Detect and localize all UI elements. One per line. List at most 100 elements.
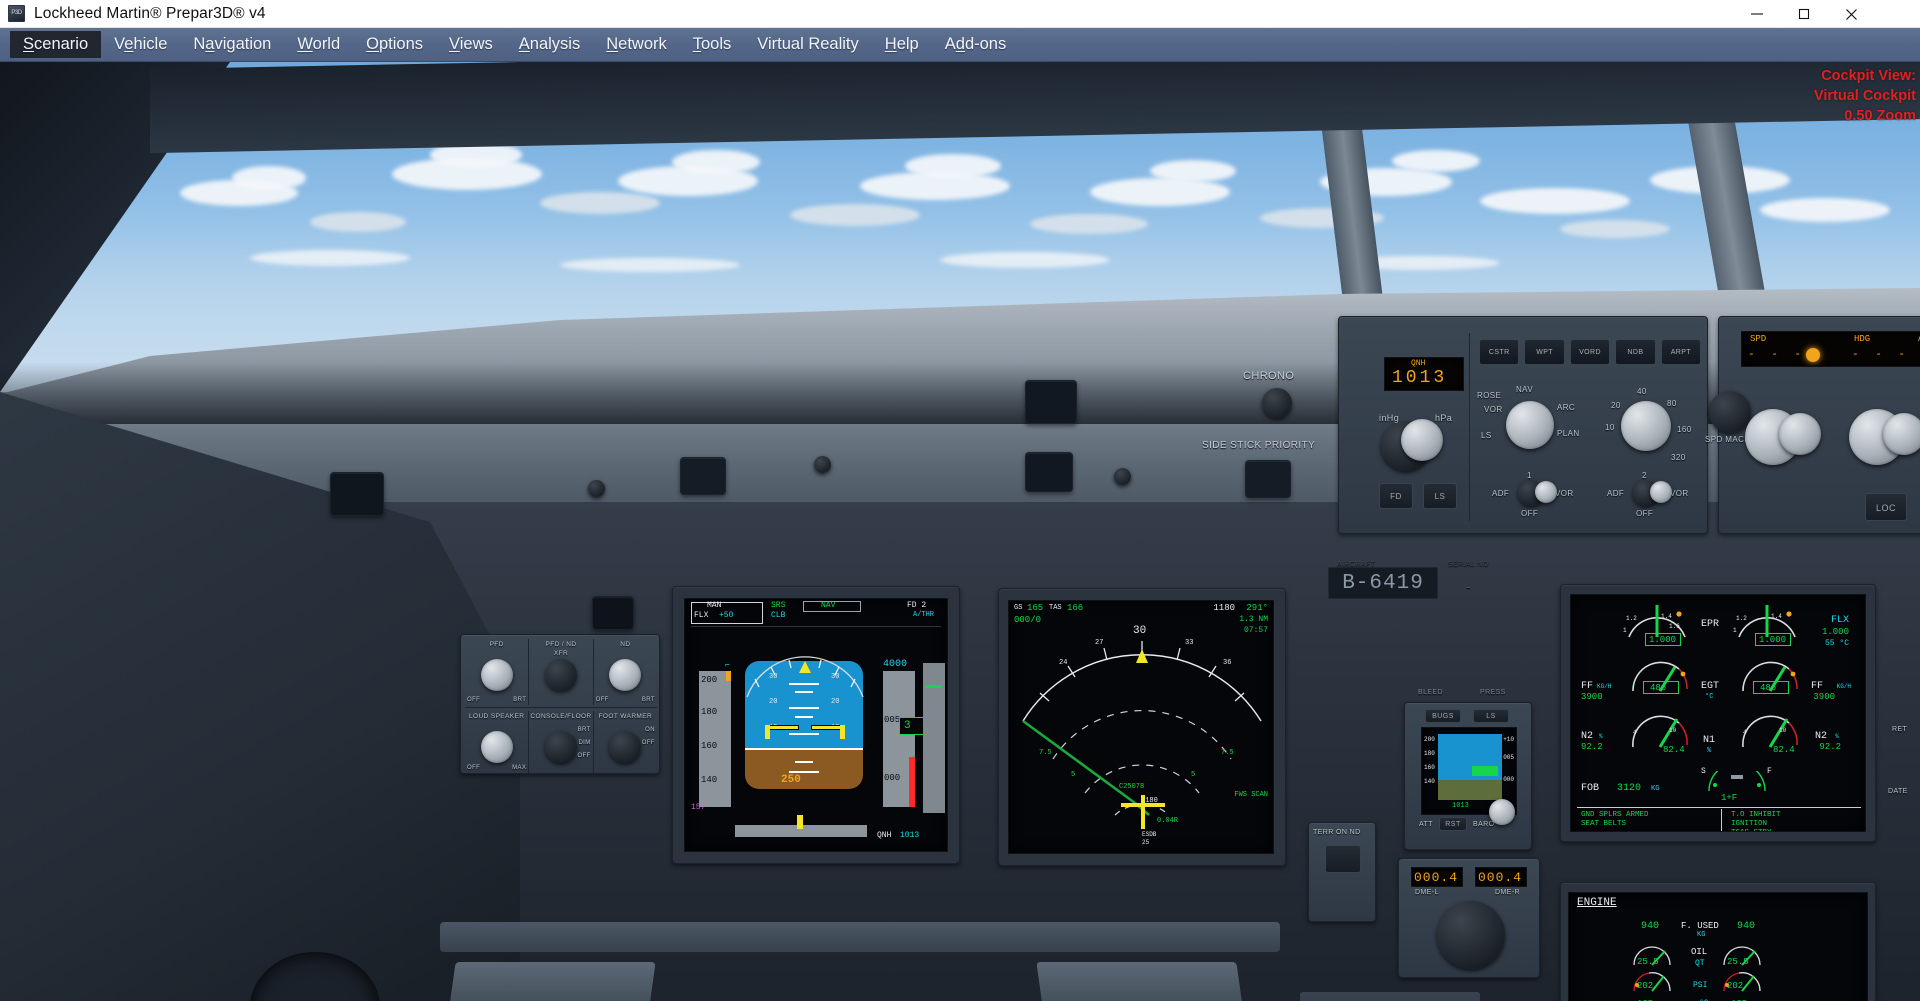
- lighting-knob[interactable]: [609, 731, 642, 763]
- pfd-heading-value: 250: [781, 774, 801, 786]
- fcu-heading-knob-inner[interactable]: [1883, 413, 1920, 455]
- pfd-selected-altitude: 4000: [883, 659, 908, 670]
- baro-knob[interactable]: [1401, 419, 1443, 461]
- efis-mode-plan-label: PLAN: [1557, 429, 1580, 438]
- sd-fused-right: 940: [1737, 921, 1756, 932]
- simulator-viewport[interactable]: Cockpit View: Virtual Cockpit 0.50 Zoom …: [0, 62, 1920, 1001]
- adf-vor-1-switch-lever[interactable]: [1535, 481, 1557, 503]
- menu-item-network[interactable]: Network: [593, 31, 680, 58]
- ret-label: RET: [1892, 726, 1908, 733]
- efis-option-cstr-button[interactable]: CSTR: [1479, 339, 1520, 365]
- adf-vor-2-switch-lever[interactable]: [1650, 481, 1672, 503]
- lighting-knob[interactable]: [480, 659, 513, 691]
- terr-on-nd-button[interactable]: [1325, 845, 1361, 873]
- ewd-memo-line: SEAT BELTS: [1581, 820, 1627, 828]
- lighting-cell-pfd-nd[interactable]: PFD / ND XFR: [529, 639, 594, 705]
- efis-divider: [1469, 333, 1470, 521]
- lighting-row-controls[interactable]: LOUD SPEAKER OFF MAX CONSOLE/FLOOR BRT DIM OFF…: [465, 711, 657, 773]
- ewd-flx-label: FLX: [1830, 615, 1849, 626]
- minimize-button[interactable]: [1734, 0, 1780, 28]
- isis-ls-button[interactable]: LS: [1473, 709, 1509, 723]
- lighting-cell-nd[interactable]: ND OFF BRT: [594, 639, 657, 705]
- menu-item-virtual-reality[interactable]: Virtual Reality: [744, 31, 872, 58]
- glareshield-vent-3: [680, 457, 726, 495]
- maximize-button[interactable]: [1781, 0, 1827, 28]
- ewd-epr-tick-1-right: 1: [1733, 627, 1737, 634]
- nd-display[interactable]: GS 165 TAS 166 000/0 1180 291° 1.3 NM 07…: [1008, 600, 1274, 854]
- pfd-display[interactable]: MAN FLX +50 SRS CLB NAV FD 2 A/THR 30 30…: [684, 598, 948, 852]
- isis-spd-140: 140: [1424, 778, 1435, 785]
- main-menubar[interactable]: Scenario Vehicle Navigation World Options Vie…: [0, 28, 1920, 62]
- lighting-cell-console-floor[interactable]: CONSOLE/FLOOR BRT DIM OFF: [529, 711, 594, 773]
- ls-button[interactable]: LS: [1423, 483, 1457, 509]
- efis-mode-selector-knob[interactable]: [1506, 401, 1554, 449]
- menu-item-views[interactable]: Views: [436, 31, 506, 58]
- ewd-memo-line: GND SPLRS ARMED: [1581, 811, 1649, 819]
- efis-range-10-label: 10: [1605, 423, 1615, 432]
- menu-item-navigation[interactable]: Navigation: [180, 31, 284, 58]
- menu-item-world[interactable]: World: [284, 31, 353, 58]
- menu-item-add-ons[interactable]: Add-ons: [932, 31, 1019, 58]
- terr-on-nd-panel[interactable]: TERR ON ND: [1308, 822, 1376, 922]
- ewd-memo-right: T.O INHIBITIGNITIONTCAS STBY: [1731, 811, 1781, 831]
- lighting-knob[interactable]: [544, 731, 577, 763]
- adf-vor-1-off-label: OFF: [1521, 509, 1539, 518]
- fcu-spd-mach-label: SPD MACH: [1705, 435, 1751, 444]
- efis-option-arpt-button[interactable]: ARPT: [1660, 339, 1702, 365]
- ewd-n1-tick-10-right: 10: [1779, 727, 1787, 734]
- menu-item-scenario[interactable]: Scenario: [10, 31, 102, 58]
- sd-display[interactable]: ENGINE F. USED KG 940 940 OIL QT 25.5 25…: [1568, 892, 1868, 1001]
- lighting-cell-foot-warmer[interactable]: FOOT WARMER ON OFF: [594, 711, 657, 773]
- efis-option-vord-button[interactable]: VORD: [1569, 339, 1611, 365]
- menu-item-tools[interactable]: Tools: [680, 31, 745, 58]
- ewd-n2-value-right: 92.2: [1819, 742, 1841, 752]
- efis-option-ndb-button[interactable]: NDB: [1615, 339, 1656, 365]
- dme-right-label: DME-R: [1495, 889, 1520, 896]
- close-button[interactable]: [1828, 0, 1874, 28]
- isis-bugs-button[interactable]: BUGS: [1425, 709, 1461, 723]
- ewd-n1-value-left: 82.4: [1663, 745, 1685, 755]
- mcdu-area[interactable]: [1300, 992, 1480, 1001]
- isis-baro-knob[interactable]: [1489, 799, 1515, 825]
- ewd-ff-label-right: FF: [1810, 681, 1823, 692]
- fd-button[interactable]: FD: [1379, 483, 1413, 509]
- efis-mode-nav-label: NAV: [1516, 385, 1534, 394]
- lighting-panel[interactable]: PFD OFF BRT PFD / ND XFR ND OFF BRT LOUD SPEAKE…: [460, 634, 660, 774]
- ewd-display[interactable]: EPR 1.2 1.4 1.6 1 1.000 1.2 1.4 1 1.000 …: [1570, 594, 1866, 832]
- lighting-knob[interactable]: [480, 731, 513, 763]
- lighting-knob[interactable]: [544, 659, 577, 691]
- fcu-spd-mach-button[interactable]: [1709, 391, 1751, 433]
- efis-option-wpt-button[interactable]: WPT: [1524, 339, 1565, 365]
- efis-mode-vor-label: VOR: [1484, 405, 1503, 414]
- efis-range-selector-knob[interactable]: [1621, 401, 1671, 451]
- pfd-spd-tick-140: 140: [701, 775, 718, 785]
- pfd-baro-label: QNH: [877, 831, 892, 840]
- lighting-cell-loud-speaker[interactable]: LOUD SPEAKER OFF MAX: [465, 711, 530, 773]
- fcu-loc-button[interactable]: LOC: [1865, 493, 1907, 521]
- window-titlebar: P3D Lockheed Martin® Prepar3D® v4: [0, 0, 1920, 28]
- menu-item-analysis[interactable]: Analysis: [506, 31, 593, 58]
- efis-option-buttons[interactable]: CSTR WPT VORD NDB ARPT: [1479, 339, 1702, 365]
- aircraft-registration-plate: B-6419: [1328, 567, 1438, 599]
- ewd-memo-line: TCAS STBY: [1731, 829, 1781, 831]
- ewd-fob-value: 3120: [1617, 783, 1642, 794]
- isis-rst-button[interactable]: RST: [1439, 817, 1467, 831]
- pfd-alt-tick-000: 000: [884, 773, 901, 783]
- ewd-n2-unit-left: %: [1599, 733, 1603, 740]
- throttle-quadrant-left[interactable]: [448, 962, 656, 1001]
- fcu-panel[interactable]: SPD - - - HDG - - - ALT SPD MACH LOC: [1705, 316, 1920, 534]
- menu-item-help[interactable]: Help: [872, 31, 932, 58]
- pfd-alt-tick-005: 005: [884, 715, 901, 725]
- chrono-button[interactable]: [1262, 388, 1292, 418]
- lighting-row-displays[interactable]: PFD OFF BRT PFD / ND XFR ND OFF BRT: [465, 639, 657, 705]
- view-overlay-line2: Virtual Cockpit: [1813, 88, 1916, 104]
- fcu-speed-knob-inner[interactable]: [1779, 413, 1821, 455]
- efis-control-panel[interactable]: QNH 1013 inHg hPa FD LS CSTR WPT VORD NDB AR…: [1338, 316, 1708, 534]
- ewd-egt-value-left: 486: [1650, 683, 1667, 693]
- lighting-knob[interactable]: [609, 659, 642, 691]
- throttle-quadrant-right[interactable]: [1036, 962, 1244, 1001]
- lighting-cell-pfd[interactable]: PFD OFF BRT: [465, 639, 530, 705]
- menu-item-options[interactable]: Options: [353, 31, 436, 58]
- menu-item-vehicle[interactable]: Vehicle: [101, 31, 180, 58]
- ewd-memo-left: GND SPLRS ARMED SEAT BELTS: [1581, 811, 1649, 829]
